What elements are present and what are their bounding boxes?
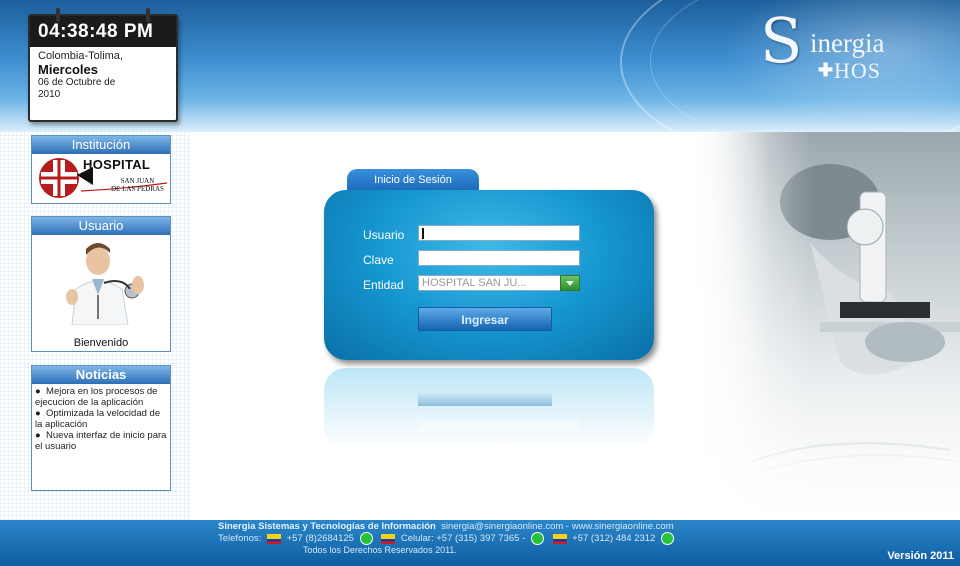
entity-label: Entidad xyxy=(363,278,404,292)
microscope-illustration xyxy=(690,132,960,520)
footer-phone-1: +57 (8)2684125 xyxy=(286,533,354,545)
login-button[interactable]: Ingresar xyxy=(418,307,552,331)
footer-phone-3: +57 (312) 484 2312 xyxy=(572,533,656,545)
whatsapp-icon xyxy=(530,532,544,545)
login-reflection xyxy=(324,368,654,448)
news-list: ● Mejora en los procesos de ejecucion de… xyxy=(32,384,170,454)
password-input[interactable] xyxy=(418,250,580,266)
whatsapp-icon xyxy=(359,532,373,545)
calendar-ring-icon xyxy=(146,8,150,22)
welcome-text: Bienvenido xyxy=(73,337,129,349)
chevron-down-icon[interactable] xyxy=(560,275,580,291)
hospital-sub-line-2: DE LAS PEDRAS xyxy=(111,185,164,193)
institution-panel: Institución HOSPITAL SAN JUAN DE LAS PED… xyxy=(31,135,171,204)
brand-initial: S xyxy=(760,4,803,77)
colombia-flag-icon xyxy=(266,533,281,544)
footer-phones-label: Telefonos xyxy=(218,533,259,545)
colombia-flag-icon xyxy=(381,533,396,544)
hospital-name: HOSPITAL xyxy=(83,157,151,172)
news-item-text: Mejora en los procesos de ejecucion de l… xyxy=(35,386,158,408)
brand-product: HOS xyxy=(834,58,882,83)
entity-select[interactable]: HOSPITAL SAN JU... xyxy=(418,275,580,291)
text-cursor xyxy=(422,228,424,239)
calendar-ring-icon xyxy=(56,8,60,22)
sinergia-logo: S inergia ✚ HOS xyxy=(758,10,948,88)
password-label: Clave xyxy=(363,253,394,267)
version-label: Versión 2011 xyxy=(887,550,954,562)
news-item-text: Optimizada la velocidad de la aplicación xyxy=(35,408,161,430)
whatsapp-icon xyxy=(661,532,675,545)
news-item: ● Optimizada la velocidad de la aplicaci… xyxy=(35,408,161,430)
footer-rights: Todos los Derechos Reservados 2011. xyxy=(303,545,457,555)
hospital-subtitle: SAN JUAN DE LAS PEDRAS xyxy=(111,177,164,193)
clock-time: 04:38:48 PM xyxy=(30,16,176,47)
brand-name: inergia xyxy=(810,28,885,58)
location-text: Colombia-Tolima, xyxy=(38,50,123,62)
institution-title: Institución xyxy=(32,136,170,154)
footer-company: Sinergia Sistemas y Tecnologías de Infor… xyxy=(218,521,436,532)
entity-selected-value: HOSPITAL SAN JU... xyxy=(422,277,527,289)
reflection-button xyxy=(418,392,552,406)
user-input[interactable] xyxy=(418,225,580,241)
colombia-flag-icon xyxy=(552,533,567,544)
weekday-text: Miercoles xyxy=(38,62,98,77)
doctor-avatar xyxy=(66,243,144,325)
footer-contact: sinergia@sinergiaonline.com - www.sinerg… xyxy=(441,521,674,532)
hospital-sub-line-1: SAN JUAN xyxy=(120,177,155,185)
footer-cell: Celular: +57 (315) 397 7365 - xyxy=(400,533,526,545)
user-title: Usuario xyxy=(32,217,170,235)
news-item: ● Nueva interfaz de inicio para el usuar… xyxy=(35,430,167,452)
footer-phones-line: Telefonos: +57 (8)2684125 Celular: +57 (… xyxy=(218,532,677,545)
news-item-text: Nueva interfaz de inicio para el usuario xyxy=(35,430,167,452)
date-line-1: 06 de Octubre de xyxy=(38,77,116,88)
user-panel: Usuario Bienvenido xyxy=(31,216,171,352)
user-label: Usuario xyxy=(363,228,405,242)
medical-cross-icon: ✚ xyxy=(818,60,834,80)
calendar-widget: 04:38:48 PM Colombia-Tolima, Miercoles 0… xyxy=(28,8,178,122)
date-line-2: 2010 xyxy=(38,89,61,100)
footer: Sinergia Sistemas y Tecnologías de Infor… xyxy=(0,520,960,566)
news-panel: Noticias ● Mejora en los procesos de eje… xyxy=(31,365,171,491)
news-item: ● Mejora en los procesos de ejecucion de… xyxy=(35,386,158,408)
laboratory-photo xyxy=(690,132,960,520)
reflection-field xyxy=(418,420,580,432)
footer-company-line: Sinergia Sistemas y Tecnologías de Infor… xyxy=(218,521,674,532)
news-title: Noticias xyxy=(32,366,170,384)
hospital-logo: HOSPITAL SAN JUAN DE LAS PEDRAS xyxy=(33,155,169,201)
